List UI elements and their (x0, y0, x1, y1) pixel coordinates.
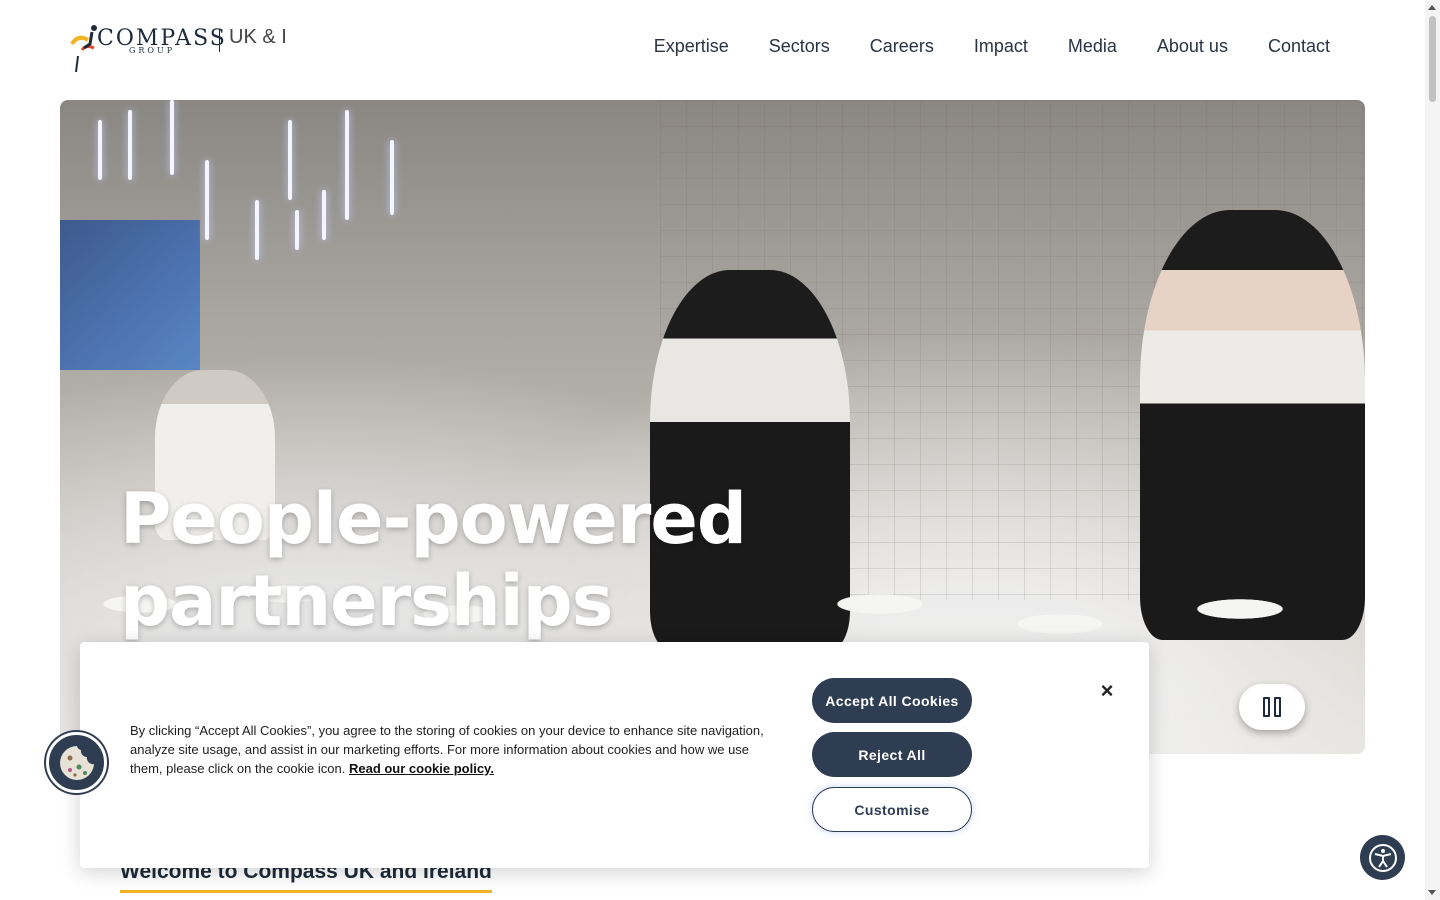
accessibility-icon (1368, 843, 1397, 872)
logo-group-text: GROUP (129, 46, 176, 55)
logo-divider (219, 30, 220, 52)
nav-item-careers[interactable]: Careers (870, 36, 934, 57)
hanging-light (295, 210, 299, 250)
hero-title: People-powered partnerships (120, 478, 820, 642)
video-pause-button[interactable] (1239, 684, 1305, 730)
nav-item-impact[interactable]: Impact (974, 36, 1028, 57)
cookie-settings-button[interactable] (46, 732, 107, 793)
page: COMPASS GROUP UK & I Expertise Sectors C… (0, 0, 1440, 900)
cookie-icon (59, 745, 94, 780)
nav-item-expertise[interactable]: Expertise (654, 36, 729, 57)
page-scrollbar[interactable] (1425, 0, 1440, 900)
main-nav: Expertise Sectors Careers Impact Media A… (654, 36, 1330, 57)
hanging-light (390, 140, 394, 215)
customise-button[interactable]: Customise (812, 787, 972, 832)
nav-item-about-us[interactable]: About us (1157, 36, 1228, 57)
accept-all-cookies-button[interactable]: Accept All Cookies (812, 678, 972, 723)
accessibility-button[interactable] (1360, 835, 1405, 880)
nav-item-sectors[interactable]: Sectors (769, 36, 830, 57)
hanging-light (288, 120, 292, 200)
hanging-light (255, 200, 259, 260)
hanging-light (128, 110, 132, 180)
hanging-light (205, 160, 209, 240)
close-icon[interactable]: × (1096, 680, 1118, 702)
hero-screen-backdrop (60, 220, 200, 370)
hero-title-line-1: People-powered (120, 478, 747, 560)
hanging-light (345, 110, 349, 220)
pause-icon (1263, 697, 1270, 717)
cookie-banner-text: By clicking “Accept All Cookies”, you ag… (130, 721, 770, 778)
scrollbar-thumb[interactable] (1429, 16, 1436, 102)
scroll-down-arrow-icon[interactable] (1428, 890, 1436, 895)
pause-icon (1274, 697, 1281, 717)
logo-region: UK & I (229, 26, 287, 48)
hanging-light (322, 190, 326, 240)
cookie-policy-link[interactable]: Read our cookie policy. (349, 761, 494, 776)
hanging-light (170, 100, 174, 175)
hanging-light (98, 120, 102, 180)
scroll-up-arrow-icon[interactable] (1428, 5, 1436, 10)
nav-item-contact[interactable]: Contact (1268, 36, 1330, 57)
nav-item-media[interactable]: Media (1068, 36, 1117, 57)
hero-title-line-2: partnerships (120, 560, 613, 642)
reject-all-button[interactable]: Reject All (812, 732, 972, 777)
site-header: COMPASS GROUP UK & I Expertise Sectors C… (0, 0, 1425, 100)
cookie-banner: By clicking “Accept All Cookies”, you ag… (80, 642, 1149, 868)
